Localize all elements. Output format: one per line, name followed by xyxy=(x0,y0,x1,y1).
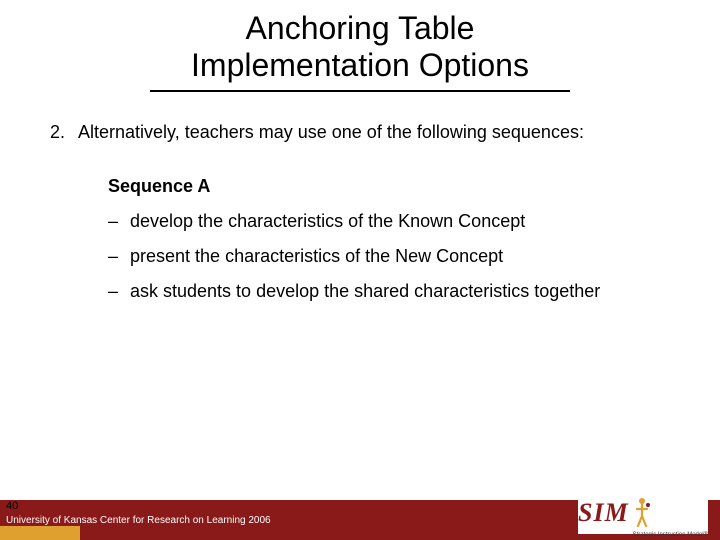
footer-accent xyxy=(0,526,80,540)
list-item-text: ask students to develop the shared chara… xyxy=(130,281,600,302)
slide-title: Anchoring Table Implementation Options xyxy=(0,0,720,84)
footer: 40 University of Kansas Center for Resea… xyxy=(0,488,720,540)
logo-subtitle: Strategic Instruction Model® xyxy=(633,532,708,538)
sequence-block: Sequence A – develop the characteristics… xyxy=(50,176,670,302)
intro-body: Alternatively, teachers may use one of t… xyxy=(78,120,584,144)
slide-number: 40 xyxy=(6,500,18,512)
logo-figure-icon xyxy=(631,496,653,530)
list-item: – develop the characteristics of the Kno… xyxy=(108,211,670,232)
footer-attribution: University of Kansas Center for Research… xyxy=(6,515,271,526)
list-item-text: develop the characteristics of the Known… xyxy=(130,211,525,232)
title-line-1: Anchoring Table xyxy=(246,10,475,46)
title-line-2: Implementation Options xyxy=(191,47,529,83)
intro-text: 2. Alternatively, teachers may use one o… xyxy=(50,120,670,144)
intro-number: 2. xyxy=(50,120,78,144)
content-area: 2. Alternatively, teachers may use one o… xyxy=(0,92,720,302)
dash-icon: – xyxy=(108,281,130,302)
sequence-heading: Sequence A xyxy=(108,176,670,197)
list-item: – present the characteristics of the New… xyxy=(108,246,670,267)
list-item-text: present the characteristics of the New C… xyxy=(130,246,503,267)
dash-icon: – xyxy=(108,211,130,232)
logo-text: SIM xyxy=(578,498,629,528)
sim-logo: SIM xyxy=(578,492,708,534)
dash-icon: – xyxy=(108,246,130,267)
list-item: – ask students to develop the shared cha… xyxy=(108,281,670,302)
